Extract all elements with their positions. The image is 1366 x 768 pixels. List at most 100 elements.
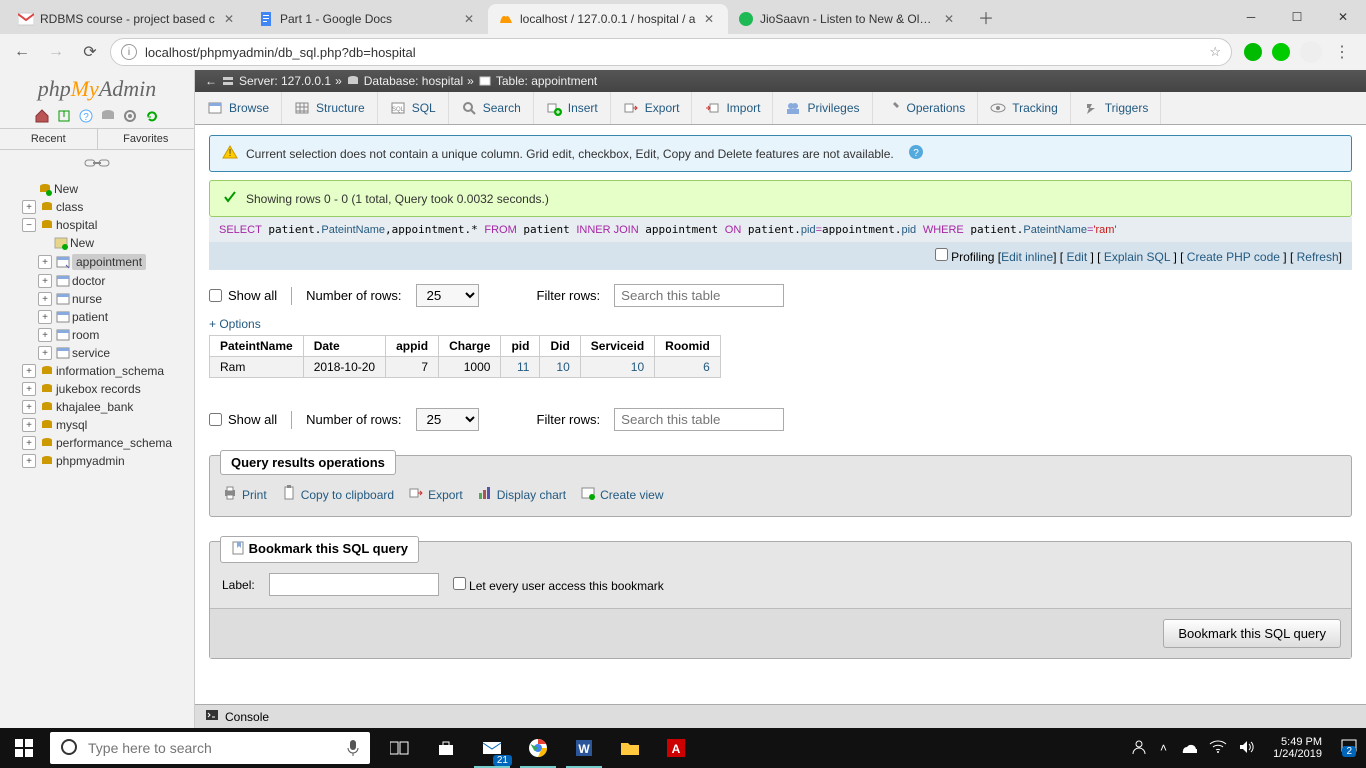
expand-icon[interactable]: +	[38, 292, 52, 306]
favorites-tab[interactable]: Favorites	[97, 129, 195, 149]
collapse-icon[interactable]: −	[22, 218, 36, 232]
options-toggle[interactable]: + Options	[209, 313, 1352, 335]
nav-tracking[interactable]: Tracking	[978, 92, 1071, 124]
tray-chevron-up-icon[interactable]: ˄	[1160, 741, 1167, 755]
taskview-icon[interactable]	[378, 728, 422, 768]
nav-sql[interactable]: SQLSQL	[378, 92, 449, 124]
volume-icon[interactable]	[1239, 740, 1255, 757]
menu-dots-icon[interactable]: ⋮	[1332, 42, 1352, 62]
refresh-link[interactable]: Refresh	[1297, 250, 1339, 264]
reload-button[interactable]: ⟳	[76, 38, 104, 66]
tree-db-hospital[interactable]: −hospital	[22, 216, 194, 234]
acrobat-icon[interactable]: A	[654, 728, 698, 768]
word-icon[interactable]: W	[562, 728, 606, 768]
nav-search[interactable]: Search	[449, 92, 534, 124]
close-button[interactable]: ✕	[1320, 2, 1366, 32]
nav-import[interactable]: Import	[692, 92, 773, 124]
close-icon[interactable]: ✕	[704, 12, 718, 26]
expand-icon[interactable]: +	[38, 328, 52, 342]
console-bar[interactable]: Console	[195, 704, 1366, 728]
expand-icon[interactable]: +	[38, 255, 52, 269]
expand-icon[interactable]: +	[22, 400, 36, 414]
tab-phpmyadmin[interactable]: localhost / 127.0.0.1 / hospital / a ✕	[488, 4, 728, 34]
minimize-button[interactable]: ─	[1228, 2, 1274, 32]
maximize-button[interactable]: ☐	[1274, 2, 1320, 32]
explain-link[interactable]: Explain SQL	[1104, 250, 1170, 264]
tree-table-service[interactable]: +service	[38, 344, 194, 362]
notifications-icon[interactable]: 2	[1340, 738, 1358, 759]
col-header[interactable]: PateintName	[210, 336, 304, 357]
docs-icon[interactable]: ?	[78, 108, 94, 124]
mic-icon[interactable]	[346, 738, 360, 759]
expand-icon[interactable]: +	[22, 454, 36, 468]
nav-operations[interactable]: Operations	[873, 92, 979, 124]
tree-table-room[interactable]: +room	[38, 326, 194, 344]
forward-button[interactable]: →	[42, 38, 70, 66]
home-icon[interactable]	[34, 108, 50, 124]
new-tab-button[interactable]: ＋	[972, 3, 1000, 31]
tree-db-khajalee[interactable]: +khajalee_bank	[22, 398, 194, 416]
col-header[interactable]: appid	[386, 336, 439, 357]
filter-input[interactable]	[614, 408, 784, 431]
cell[interactable]: 10	[580, 357, 654, 378]
tree-db-mysql[interactable]: +mysql	[22, 416, 194, 434]
nav-privileges[interactable]: Privileges	[773, 92, 872, 124]
expand-icon[interactable]: +	[22, 364, 36, 378]
filter-input[interactable]	[614, 284, 784, 307]
col-header[interactable]: Charge	[439, 336, 501, 357]
nav-browse[interactable]: Browse	[195, 92, 282, 124]
settings-icon[interactable]	[122, 108, 138, 124]
breadcrumb-table[interactable]: Table: appointment	[496, 74, 597, 88]
help-icon[interactable]: ?	[908, 144, 924, 163]
chart-link[interactable]: Display chart	[477, 485, 566, 504]
tree-table-doctor[interactable]: +doctor	[38, 272, 194, 290]
tree-db-jukebox[interactable]: +jukebox records	[22, 380, 194, 398]
col-header[interactable]: Serviceid	[580, 336, 654, 357]
tree-new-table[interactable]: New	[38, 234, 194, 252]
wifi-icon[interactable]	[1209, 740, 1227, 757]
close-icon[interactable]: ✕	[944, 12, 958, 26]
store-icon[interactable]	[424, 728, 468, 768]
back-button[interactable]: ←	[8, 38, 36, 66]
tree-table-nurse[interactable]: +nurse	[38, 290, 194, 308]
show-all-checkbox[interactable]: Show all	[209, 412, 277, 427]
cell[interactable]: 6	[655, 357, 721, 378]
profiling-checkbox[interactable]: Profiling	[935, 250, 995, 264]
nav-export[interactable]: Export	[611, 92, 693, 124]
search-input[interactable]	[88, 740, 336, 756]
tree-db-infoschema[interactable]: +information_schema	[22, 362, 194, 380]
clock[interactable]: 5:49 PM 1/24/2019	[1267, 736, 1328, 760]
print-link[interactable]: Print	[222, 485, 267, 504]
col-header[interactable]: Roomid	[655, 336, 721, 357]
show-all-checkbox[interactable]: Show all	[209, 288, 277, 303]
tree-db-class[interactable]: +class	[22, 198, 194, 216]
edit-inline-link[interactable]: Edit inline	[1001, 250, 1053, 264]
close-icon[interactable]: ✕	[224, 12, 238, 26]
tab-gmail[interactable]: RDBMS course - project based c ✕	[8, 4, 248, 34]
mail-icon[interactable]: 21	[470, 728, 514, 768]
tree-db-phpmyadmin[interactable]: +phpmyadmin	[22, 452, 194, 470]
tab-jiosaavn[interactable]: JioSaavn - Listen to New & Old H ✕	[728, 4, 968, 34]
start-button[interactable]	[0, 728, 48, 768]
address-bar[interactable]: i localhost/phpmyadmin/db_sql.php?db=hos…	[110, 38, 1232, 66]
expand-icon[interactable]: +	[22, 200, 36, 214]
expand-icon[interactable]: +	[22, 418, 36, 432]
close-icon[interactable]: ✕	[464, 12, 478, 26]
bookmark-label-input[interactable]	[269, 573, 439, 596]
nav-triggers[interactable]: Triggers	[1071, 92, 1162, 124]
breadcrumb-server[interactable]: Server: 127.0.0.1	[239, 74, 331, 88]
collapse-nav-icon[interactable]: ←	[205, 74, 217, 88]
reload-icon[interactable]	[144, 108, 160, 124]
extension-icon[interactable]	[1244, 43, 1262, 61]
explorer-icon[interactable]	[608, 728, 652, 768]
col-header[interactable]: pid	[501, 336, 540, 357]
export-link[interactable]: Export	[408, 485, 463, 504]
tree-new[interactable]: New	[22, 180, 194, 198]
expand-icon[interactable]: +	[38, 274, 52, 288]
num-rows-select[interactable]: 25	[416, 408, 479, 431]
tree-db-perf[interactable]: +performance_schema	[22, 434, 194, 452]
cell[interactable]: 10	[540, 357, 580, 378]
col-header[interactable]: Date	[303, 336, 385, 357]
cell[interactable]: 11	[501, 357, 540, 378]
nav-insert[interactable]: Insert	[534, 92, 611, 124]
